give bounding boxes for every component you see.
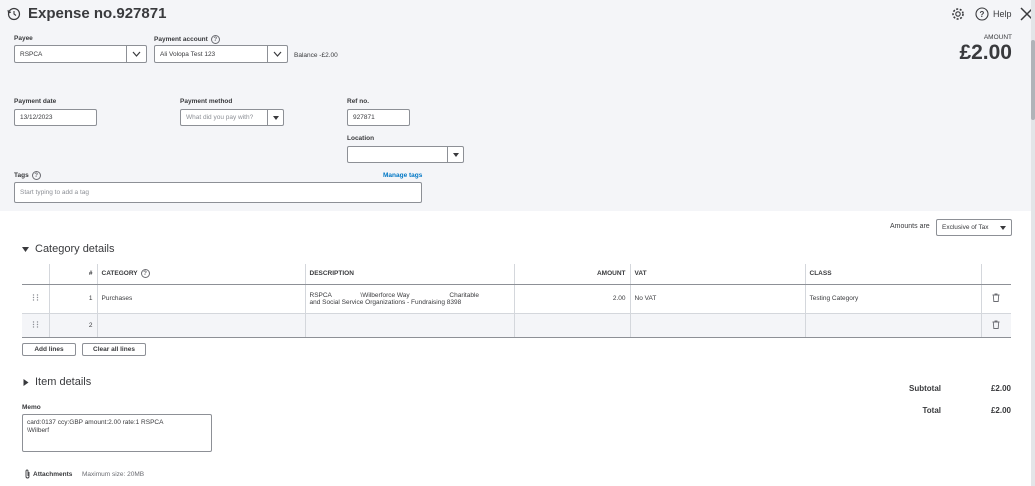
ref-no-input[interactable]: 927871 [347, 109, 410, 126]
expand-triangle-icon[interactable] [23, 379, 29, 388]
balance-text: Balance -£2.00 [294, 52, 338, 59]
payment-date-label: Payment date [14, 98, 57, 105]
amounts-are-label: Amounts are [890, 223, 930, 230]
tags-placeholder: Start typing to add a tag [20, 189, 90, 196]
table-row[interactable]: 2 [22, 313, 1011, 338]
caret-down-icon [452, 152, 459, 157]
svg-text:?: ? [980, 10, 985, 19]
column-header-amount: AMOUNT [513, 264, 630, 285]
help-circle-icon[interactable]: ? [140, 269, 150, 279]
category-cell[interactable]: Purchases [96, 284, 305, 314]
scrollbar-thumb[interactable] [1031, 40, 1035, 120]
payment-date-value: 13/12/2023 [20, 114, 53, 121]
memo-label: Memo [22, 404, 41, 411]
collapse-triangle-icon[interactable] [22, 246, 29, 255]
column-header-category: CATEGORY? [96, 264, 305, 285]
gear-icon[interactable] [951, 7, 965, 23]
payment-method-input[interactable]: What did you pay with? [180, 109, 268, 126]
category-details-title[interactable]: Category details [35, 243, 115, 255]
payment-account-dropdown-button[interactable] [267, 45, 288, 63]
payment-method-placeholder: What did you pay with? [186, 114, 254, 121]
drag-handle-icon[interactable] [22, 284, 49, 314]
amount-cell[interactable]: 2.00 [513, 284, 630, 314]
description-cell[interactable] [304, 313, 514, 338]
manage-tags-link[interactable]: Manage tags [383, 172, 422, 179]
help-icon[interactable]: ? [975, 7, 989, 23]
total-value: £2.00 [990, 406, 1011, 415]
payment-method-dropdown-button[interactable] [267, 109, 284, 126]
column-header-vat: VAT [629, 264, 805, 285]
amount-value: £2.00 [959, 41, 1012, 64]
row-number: 2 [48, 313, 97, 338]
ref-no-value: 927871 [353, 114, 375, 121]
drag-column-header [22, 264, 49, 285]
attachments-max-size: Maximum size: 20MB [82, 471, 145, 478]
chevron-down-icon [132, 51, 141, 57]
amount-label: AMOUNT [983, 34, 1012, 41]
class-cell[interactable] [804, 313, 981, 338]
category-cell[interactable] [96, 313, 305, 338]
subtotal-label: Subtotal [909, 384, 941, 393]
tags-label: Tags? [14, 171, 41, 180]
amounts-are-value: Exclusive of Tax [942, 224, 989, 231]
caret-down-icon [272, 115, 279, 120]
page-title: Expense no.927871 [28, 5, 167, 22]
trash-icon[interactable] [980, 284, 1011, 314]
vat-cell[interactable] [629, 313, 805, 338]
column-header-number: # [48, 264, 97, 285]
clear-all-lines-button[interactable]: Clear all lines [82, 343, 146, 356]
table-row[interactable]: 1 Purchases RSPCA \Wilberforce Way Chari… [22, 284, 1011, 314]
total-label: Total [922, 406, 941, 415]
attachments-label[interactable]: Attachments [33, 471, 72, 478]
payee-label: Payee [14, 35, 33, 42]
memo-line: \Wilberf [27, 427, 50, 434]
payment-account-field[interactable]: Ali Volopa Test 123 [154, 45, 268, 63]
help-button[interactable]: Help [993, 9, 1012, 19]
column-header-class: CLASS [804, 264, 981, 285]
ref-no-label: Ref no. [347, 98, 370, 105]
vat-cell[interactable]: No VAT [629, 284, 805, 314]
help-circle-icon[interactable]: ? [210, 35, 220, 44]
delete-column-header [980, 264, 1011, 285]
header-panel [0, 0, 1035, 211]
caret-down-icon [1000, 225, 1006, 230]
amount-cell[interactable] [513, 313, 630, 338]
history-icon[interactable] [7, 7, 21, 23]
category-table: # CATEGORY? DESCRIPTION AMOUNT VAT CLASS… [22, 264, 1011, 338]
payee-field[interactable]: RSPCA [14, 45, 127, 63]
amounts-are-select[interactable]: Exclusive of Tax [936, 219, 1012, 236]
tags-input[interactable]: Start typing to add a tag [14, 182, 422, 203]
payment-method-label: Payment method [180, 98, 233, 105]
payee-value: RSPCA [20, 50, 43, 58]
memo-textarea[interactable]: card:0137 ccy:GBP amount:2.00 rate:1 RSP… [22, 414, 212, 452]
class-cell[interactable]: Testing Category [804, 284, 981, 314]
memo-line: card:0137 ccy:GBP amount:2.00 rate:1 RSP… [27, 419, 164, 426]
drag-handle-icon[interactable] [22, 313, 49, 338]
column-header-description: DESCRIPTION [304, 264, 514, 285]
chevron-down-icon [273, 51, 282, 57]
location-label: Location [347, 135, 375, 142]
description-cell[interactable]: RSPCA \Wilberforce Way Charitable and Soc… [304, 284, 514, 314]
item-details-title[interactable]: Item details [35, 376, 91, 388]
location-dropdown-button[interactable] [447, 146, 464, 163]
add-lines-button[interactable]: Add lines [22, 343, 76, 356]
location-input[interactable] [347, 146, 448, 163]
payment-date-input[interactable]: 13/12/2023 [14, 109, 97, 126]
trash-icon[interactable] [980, 313, 1011, 338]
payment-account-label: Payment account? [154, 35, 220, 44]
row-number: 1 [48, 284, 97, 314]
subtotal-value: £2.00 [990, 384, 1011, 393]
payee-dropdown-button[interactable] [126, 45, 147, 63]
help-circle-icon[interactable]: ? [31, 171, 41, 180]
paperclip-icon[interactable] [24, 469, 31, 481]
payment-account-value: Ali Volopa Test 123 [160, 50, 216, 58]
